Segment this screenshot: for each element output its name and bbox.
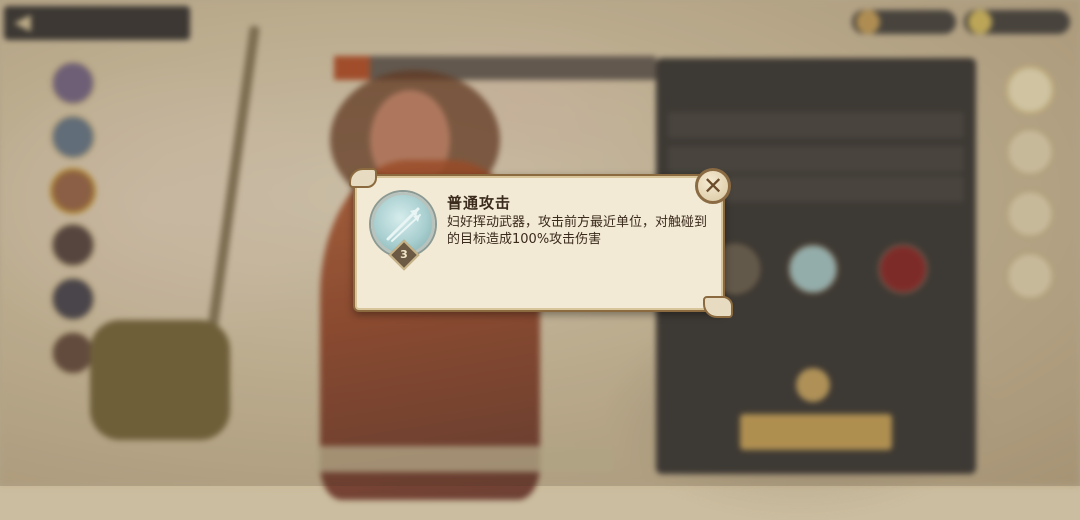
close-button[interactable]: ✕ <box>695 168 731 204</box>
scroll-curl-icon <box>349 168 377 188</box>
skill-description: 妇好挥动武器，攻击前方最近单位，对触碰到的目标造成100%攻击伤害 <box>447 215 708 247</box>
skill-detail-popup: 3 普通攻击 妇好挥动武器，攻击前方最近单位，对触碰到的目标造成100%攻击伤害… <box>349 168 733 318</box>
close-x-icon: ✕ <box>702 172 724 200</box>
skill-level: 3 <box>400 248 408 261</box>
skill-name: 普通攻击 <box>447 194 512 212</box>
scroll-curl-icon <box>703 296 733 318</box>
